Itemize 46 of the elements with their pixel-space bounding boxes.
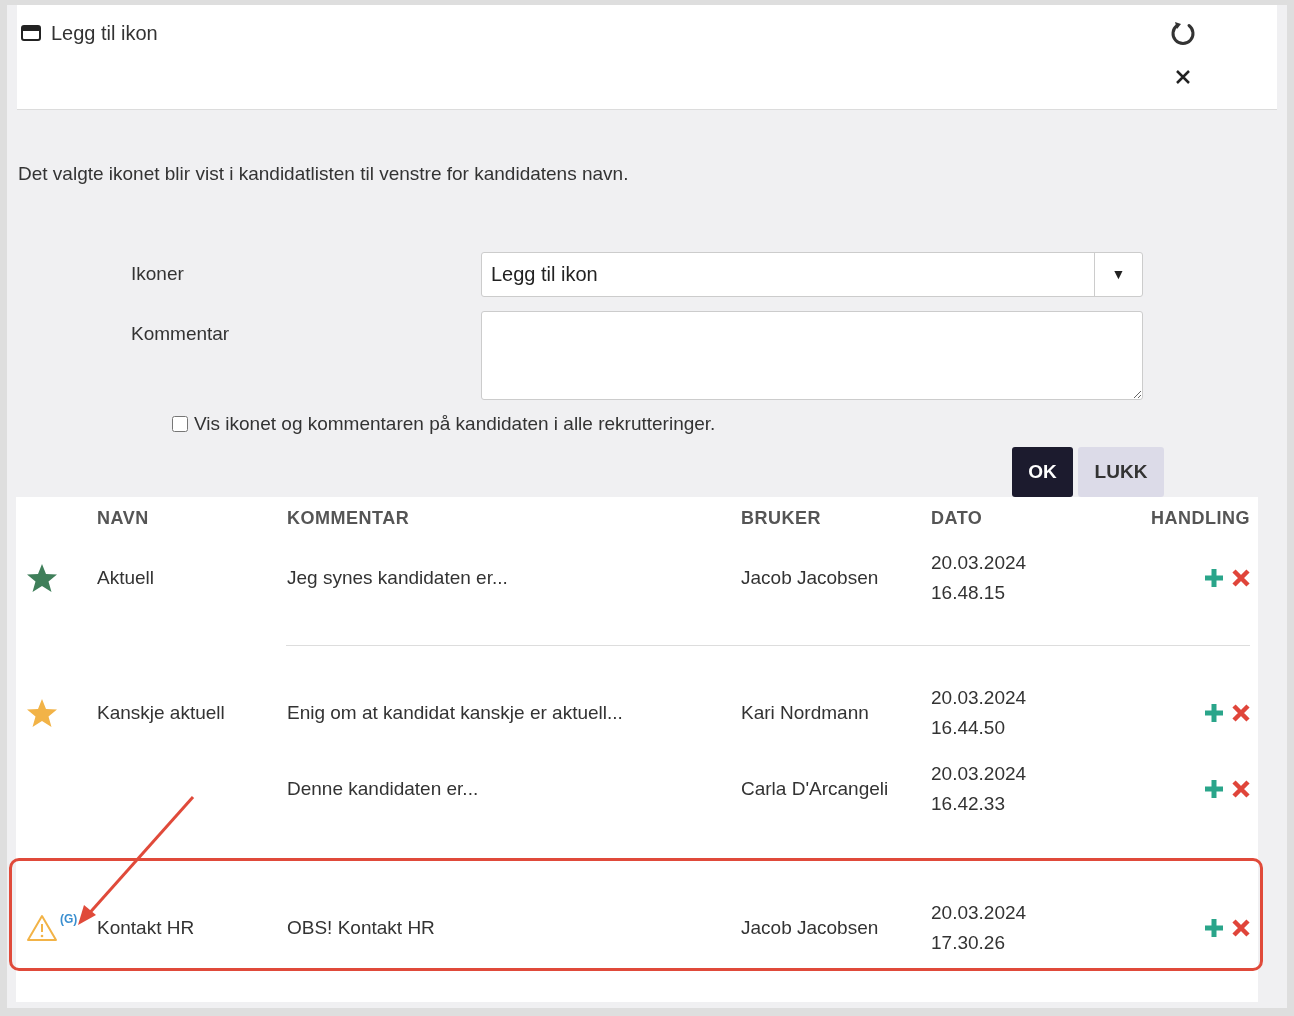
delete-icon[interactable]	[1232, 919, 1250, 937]
column-header: BRUKER	[741, 507, 822, 530]
delete-icon[interactable]	[1232, 704, 1250, 722]
time-text: 16.42.33	[931, 792, 1006, 816]
checkbox-label: Vis ikonet og kommentaren på kandidaten i alle rekrutteringer.	[194, 411, 716, 436]
date-text: 20.03.2024	[931, 762, 1028, 786]
column-header: KOMMENTAR	[287, 507, 411, 530]
close-icon[interactable]	[1175, 69, 1191, 85]
add-icon[interactable]	[1204, 703, 1224, 723]
time-text: 16.48.15	[931, 581, 1006, 605]
icon-select[interactable]: Legg til ikon ▼	[481, 251, 1143, 297]
comment-text: Jeg synes kandidaten er...	[287, 565, 509, 590]
checkbox[interactable]	[172, 415, 188, 432]
time-text: 16.44.50	[931, 716, 1006, 740]
add-icon[interactable]	[1204, 568, 1224, 588]
date-text: 20.03.2024	[931, 901, 1028, 925]
time-text: 17.30.26	[931, 931, 1006, 955]
date-text: 20.03.2024	[931, 551, 1028, 575]
column-header: DATO	[931, 507, 984, 530]
delete-icon[interactable]	[1232, 780, 1250, 798]
comment-field[interactable]	[481, 310, 1143, 400]
candidate-icon-name: Kanskje aktuell	[97, 700, 226, 725]
dialog-title: Legg til ikon	[51, 21, 158, 46]
group-label: (G)	[60, 911, 78, 928]
comment-text: Enig om at kandidat kanskje er aktuell...	[287, 700, 624, 725]
date-text: 20.03.2024	[931, 686, 1028, 710]
comment-text: Denne kandidaten er...	[287, 776, 480, 801]
user-name: Jacob Jacobsen	[741, 565, 880, 590]
close-button[interactable]: LUKK	[1078, 447, 1164, 497]
candidate-icon-name: Kontakt HR	[97, 915, 196, 940]
user-name: Carla D'Arcangeli	[741, 776, 890, 801]
ok-button[interactable]: OK	[1012, 447, 1073, 497]
candidate-icon-name: Aktuell	[97, 565, 156, 590]
refresh-icon[interactable]	[1169, 19, 1197, 47]
description-text: Det valgte ikonet blir vist i kandidatlisten til venstre for kandidatens navn.	[18, 162, 630, 186]
window-icon	[21, 25, 41, 41]
delete-icon[interactable]	[1232, 569, 1250, 587]
column-header: NAVN	[97, 507, 150, 530]
add-icon[interactable]	[1204, 779, 1224, 799]
user-name: Kari Nordmann	[741, 700, 870, 725]
user-name: Jacob Jacobsen	[741, 915, 880, 940]
field-label: Kommentar	[131, 321, 231, 346]
field-label: Ikoner	[131, 261, 185, 286]
column-header: HANDLING	[1151, 507, 1250, 530]
comment-text: OBS! Kontakt HR	[287, 915, 436, 940]
add-icon[interactable]	[1204, 918, 1224, 938]
